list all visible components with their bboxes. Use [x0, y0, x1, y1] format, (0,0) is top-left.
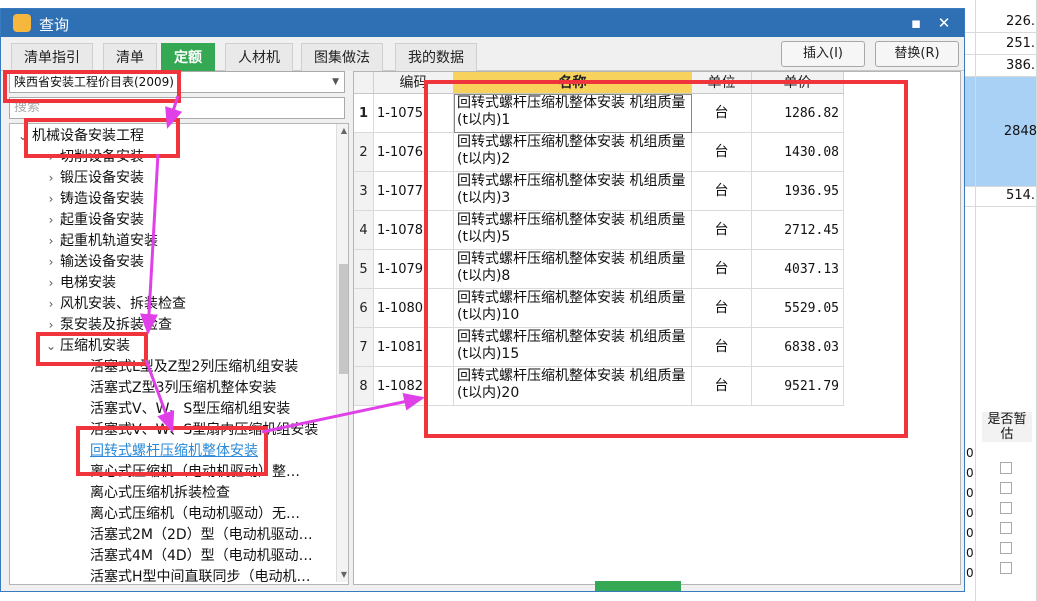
- row-index[interactable]: 8: [354, 367, 374, 406]
- tree-item[interactable]: › 风机安装、拆装检查: [10, 294, 330, 315]
- row-index[interactable]: 4: [354, 211, 374, 250]
- tree-item[interactable]: 活塞式4M（4D）型（电动机驱动…: [10, 546, 330, 567]
- row-index[interactable]: 2: [354, 133, 374, 172]
- sheet-cell[interactable]: 251.: [975, 36, 1035, 51]
- app-logo-icon: [13, 14, 31, 32]
- tree-item-label: 起重机轨道安装: [60, 233, 158, 249]
- row-index[interactable]: 3: [354, 172, 374, 211]
- chevron-right-icon[interactable]: ›: [42, 294, 60, 315]
- sheet-cell: 0: [966, 446, 974, 460]
- sheet-cell: 0: [966, 566, 974, 580]
- row-index[interactable]: 6: [354, 289, 374, 328]
- estimate-checkbox[interactable]: [1000, 462, 1012, 474]
- tree-item[interactable]: 活塞式V、W、S型压缩机组安装: [10, 399, 330, 420]
- row-index[interactable]: 5: [354, 250, 374, 289]
- sheet-column-header: 是否暂估: [982, 412, 1032, 442]
- estimate-checkbox[interactable]: [1000, 482, 1012, 494]
- tree-item[interactable]: 活塞式2M（2D）型（电动机驱动…: [10, 525, 330, 546]
- minimize-icon[interactable]: ▪: [905, 13, 927, 33]
- tree-item-label: 锻压设备安装: [60, 170, 144, 186]
- row-index[interactable]: 1: [354, 94, 374, 133]
- close-icon[interactable]: ✕: [933, 13, 955, 33]
- estimate-checkbox[interactable]: [1000, 522, 1012, 534]
- sheet-cell: 0: [966, 526, 974, 540]
- tree-item[interactable]: › 锻压设备安装: [10, 168, 330, 189]
- sheet-cell: 0: [966, 546, 974, 560]
- tree-item-label: 起重设备安装: [60, 212, 144, 228]
- tree-scrollbar[interactable]: ▲ ▼: [336, 124, 348, 582]
- chevron-right-icon[interactable]: ›: [42, 273, 60, 294]
- row-index[interactable]: 7: [354, 328, 374, 367]
- annotation-box-category: [24, 118, 180, 158]
- tree-scrollbar-thumb[interactable]: [339, 264, 348, 374]
- table-header-index: [354, 72, 374, 94]
- dialog-title: 查询: [39, 16, 70, 34]
- tree-item[interactable]: › 铸造设备安装: [10, 189, 330, 210]
- sheet-gridline: [965, 32, 1037, 33]
- tree-item-label: 离心式压缩机拆装检查: [90, 485, 230, 501]
- tree-item-label: 电梯安装: [60, 275, 116, 291]
- tree-item[interactable]: 离心式压缩机拆装检查: [10, 483, 330, 504]
- sheet-cell: 0: [966, 486, 974, 500]
- estimate-checkbox[interactable]: [1000, 562, 1012, 574]
- sheet-cell[interactable]: 226.: [975, 14, 1035, 29]
- tab-bill[interactable]: 清单: [103, 43, 157, 71]
- sheet-cell[interactable]: 514.: [975, 188, 1035, 203]
- resize-handle[interactable]: [595, 581, 681, 591]
- tree-item-label: 活塞式2M（2D）型（电动机驱动…: [90, 527, 313, 543]
- tree-item-label: 泵安装及拆装检查: [60, 317, 172, 333]
- chevron-right-icon[interactable]: ›: [42, 252, 60, 273]
- tab-quota[interactable]: 定额: [161, 43, 215, 71]
- tree-item[interactable]: › 起重设备安装: [10, 210, 330, 231]
- annotation-box-library: [3, 70, 181, 103]
- tree-item[interactable]: 活塞式Z型3列压缩机整体安装: [10, 378, 330, 399]
- chevron-down-icon[interactable]: ▼: [332, 72, 339, 92]
- chevron-right-icon[interactable]: ›: [42, 168, 60, 189]
- tab-my-data[interactable]: 我的数据: [395, 43, 477, 71]
- sheet-cell: 0: [966, 506, 974, 520]
- sheet-gridline: [965, 54, 1037, 55]
- tree-item-label: 风机安装、拆装检查: [60, 296, 186, 312]
- sheet-cell[interactable]: 386.: [975, 58, 1035, 73]
- tree-item[interactable]: › 电梯安装: [10, 273, 330, 294]
- chevron-right-icon[interactable]: ›: [42, 210, 60, 231]
- tree-item[interactable]: 离心式压缩机（电动机驱动）无…: [10, 504, 330, 525]
- sheet-cell[interactable]: 2848: [975, 124, 1037, 139]
- tree-item[interactable]: › 起重机轨道安装: [10, 231, 330, 252]
- replace-button[interactable]: 替换(R): [875, 41, 959, 67]
- annotation-box-compressor: [36, 332, 148, 366]
- tree-item-label: 铸造设备安装: [60, 191, 144, 207]
- tree-item[interactable]: 活塞式H型中间直联同步（电动机…: [10, 567, 330, 585]
- tree-item-label: 活塞式Z型3列压缩机整体安装: [90, 380, 277, 396]
- dialog-titlebar[interactable]: 查询 ▪ ✕: [1, 9, 964, 37]
- tree-item-label: 活塞式V、W、S型压缩机组安装: [90, 401, 291, 417]
- annotation-box-results: [424, 80, 908, 438]
- sheet-gridline: [975, 0, 976, 601]
- tree-item[interactable]: › 输送设备安装: [10, 252, 330, 273]
- scroll-down-icon[interactable]: ▼: [337, 570, 348, 579]
- sheet-gridline: [965, 186, 1037, 187]
- annotation-box-screw-compressor: [76, 426, 268, 476]
- chevron-right-icon[interactable]: ›: [42, 189, 60, 210]
- estimate-checkbox[interactable]: [1000, 502, 1012, 514]
- chevron-right-icon[interactable]: ›: [42, 231, 60, 252]
- tab-bar: 清单指引 清单 定额 人材机 图集做法 我的数据 插入(I) 替换(R): [1, 37, 964, 71]
- insert-button[interactable]: 插入(I): [781, 41, 865, 67]
- tab-labor-material-machine[interactable]: 人材机: [225, 43, 293, 71]
- tree-item-label: 输送设备安装: [60, 254, 144, 270]
- tab-bill-guide[interactable]: 清单指引: [11, 43, 93, 71]
- tab-atlas-method[interactable]: 图集做法: [301, 43, 383, 71]
- scroll-up-icon[interactable]: ▲: [337, 126, 348, 135]
- sheet-gridline: [965, 76, 1037, 77]
- tree-item-label: 离心式压缩机（电动机驱动）无…: [90, 506, 300, 522]
- tree-item-label: 活塞式H型中间直联同步（电动机…: [90, 569, 311, 585]
- tree-item-label: 活塞式4M（4D）型（电动机驱动…: [90, 548, 313, 564]
- sheet-cell: 0: [966, 466, 974, 480]
- sheet-gridline: [965, 206, 1037, 207]
- estimate-checkbox[interactable]: [1000, 542, 1012, 554]
